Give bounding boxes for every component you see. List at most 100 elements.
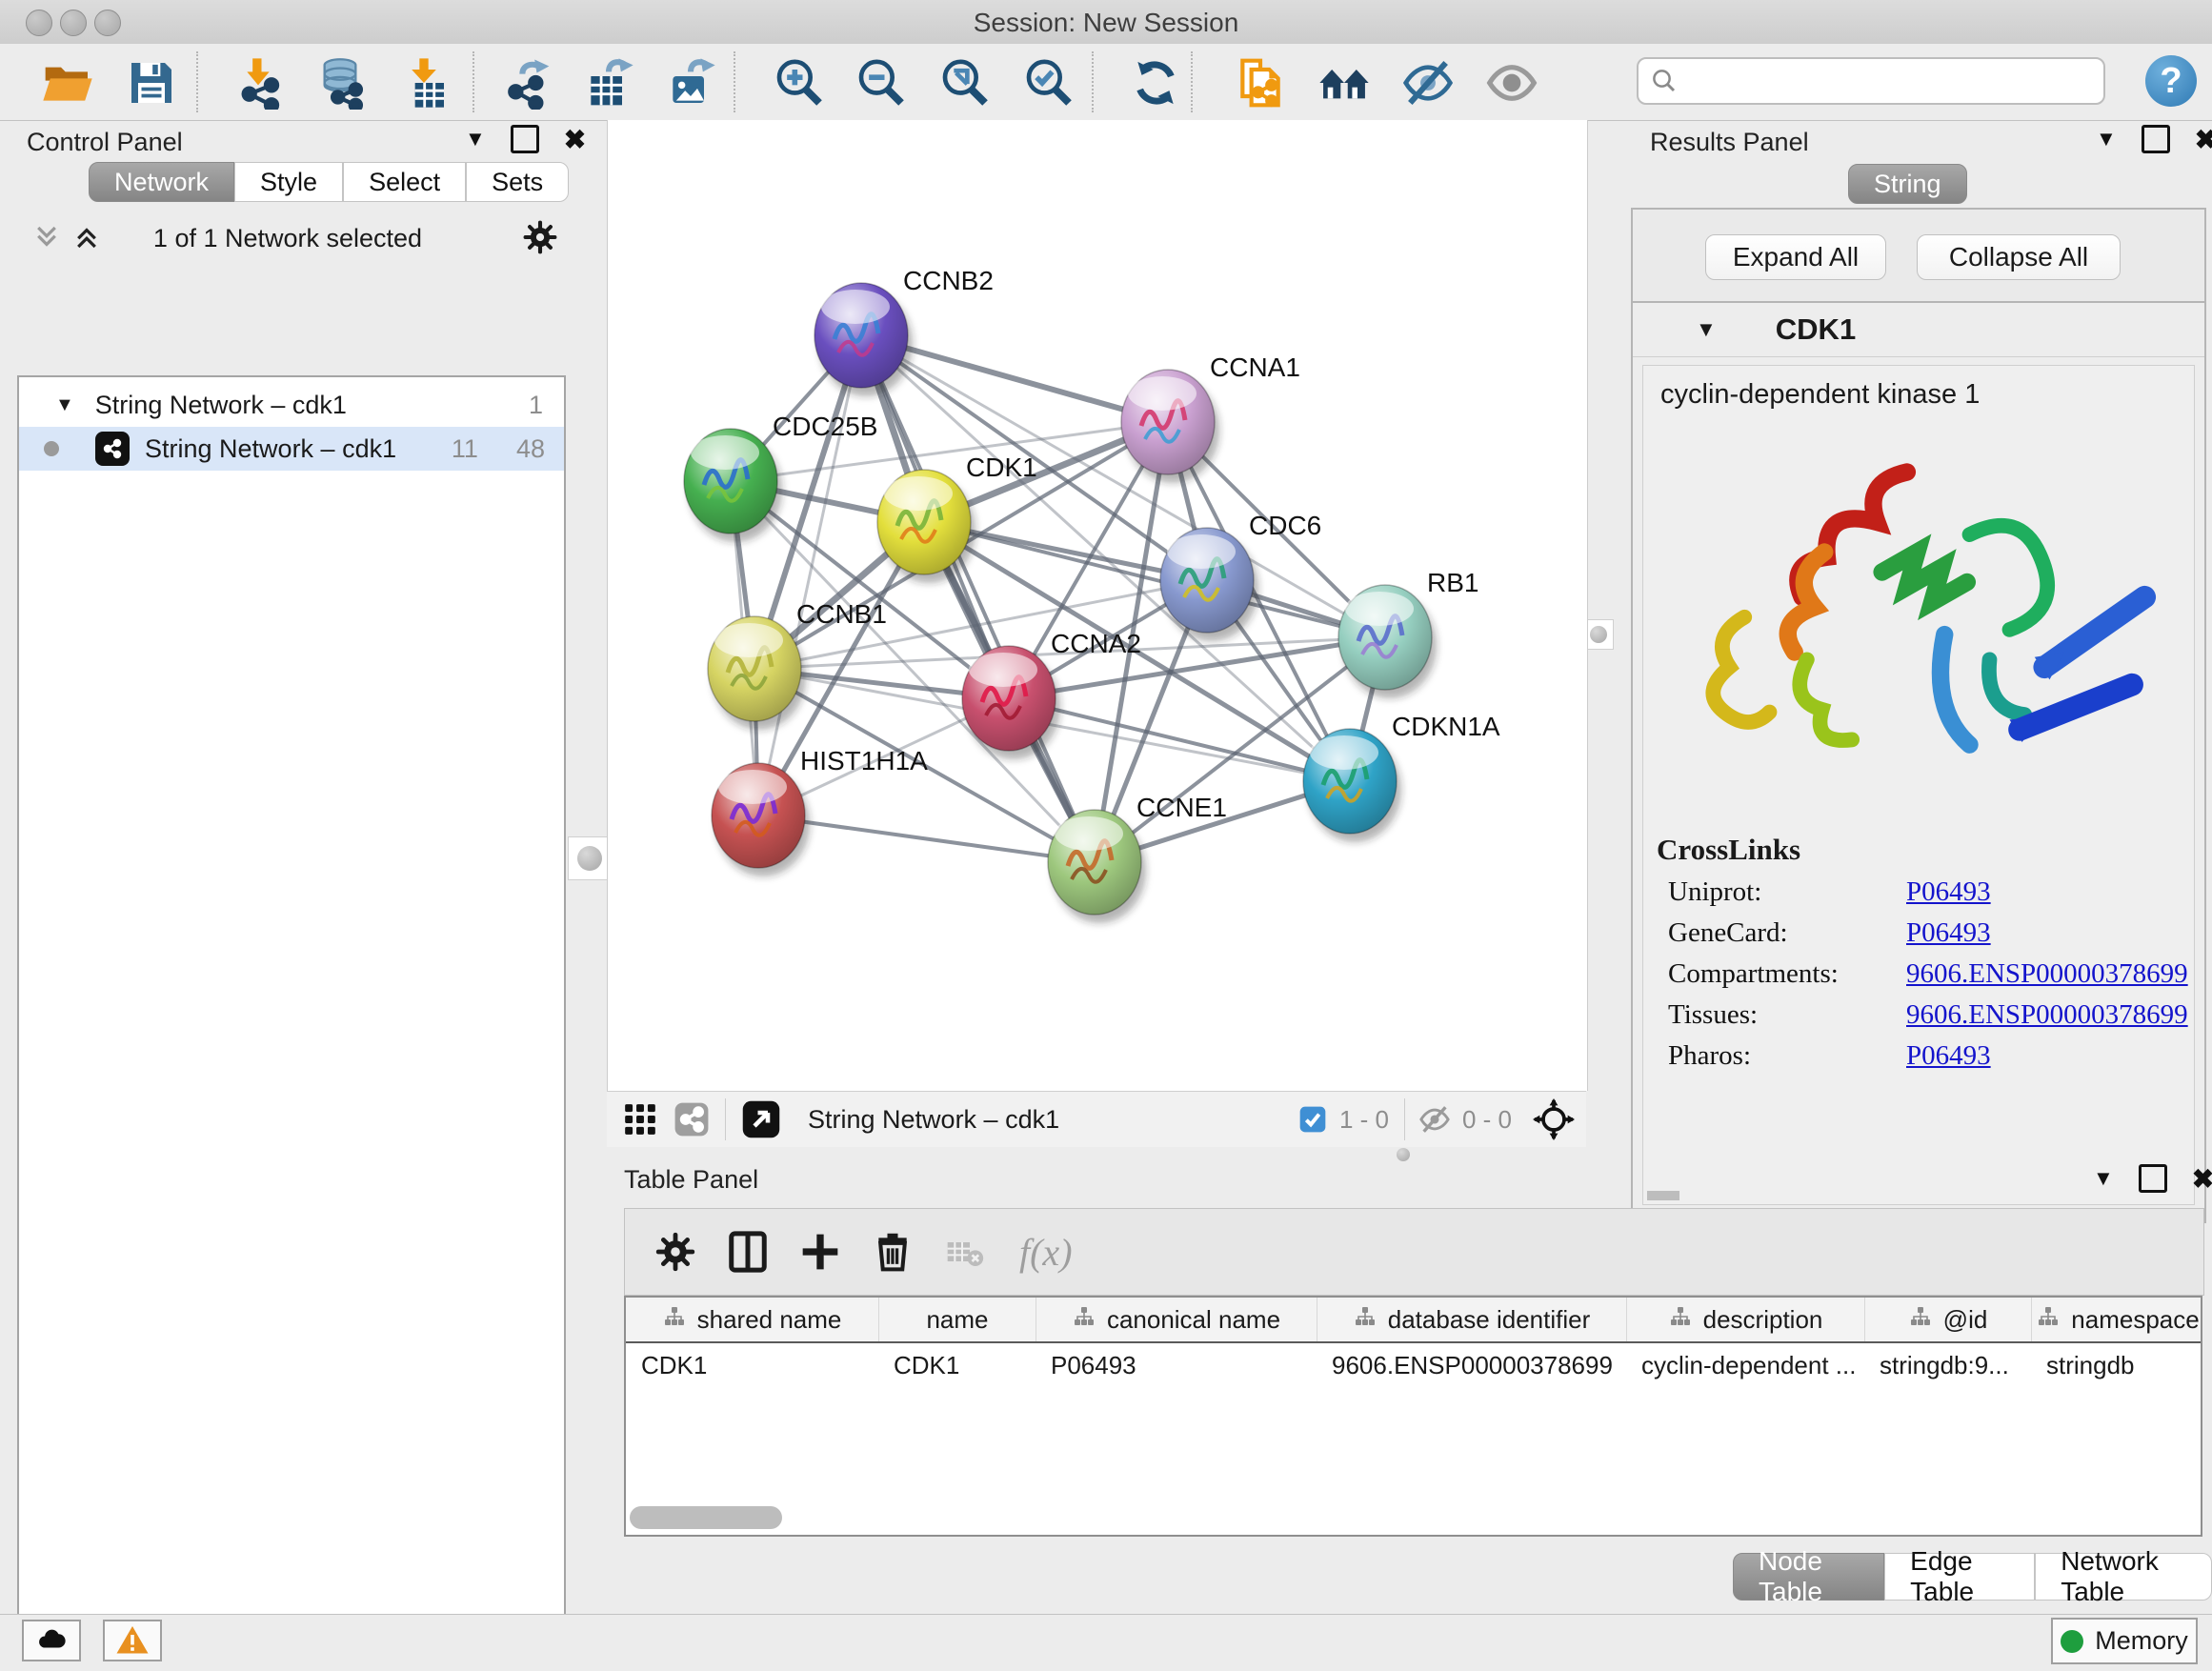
table-cell[interactable]: CDK1 (878, 1343, 1036, 1387)
table-cell[interactable]: P06493 (1036, 1343, 1317, 1387)
delete-column-icon[interactable] (871, 1230, 915, 1274)
network-collection-row[interactable]: ▼ String Network – cdk1 1 (19, 383, 564, 427)
table-cell[interactable]: stringdb:9... (1864, 1343, 2031, 1387)
entry-header[interactable]: ▼ CDK1 (1633, 303, 2204, 357)
zoom-out-icon[interactable] (852, 53, 911, 112)
collapse-triangle-icon[interactable]: ▼ (55, 394, 74, 416)
column-header--id[interactable]: @id (1864, 1298, 2031, 1341)
left-splitter-handle[interactable] (568, 836, 612, 880)
show-selected-icon[interactable] (1482, 53, 1541, 112)
float-panel-icon[interactable]: ▼ (465, 127, 486, 151)
network-node[interactable]: RB1 (1338, 568, 1478, 698)
table-settings-gear-icon[interactable] (654, 1230, 697, 1274)
search-input[interactable] (1637, 57, 2105, 105)
string-document-icon[interactable] (1231, 53, 1290, 112)
add-column-icon[interactable] (798, 1230, 842, 1274)
function-builder-icon: f(x) (1019, 1230, 1073, 1275)
home-pair-icon[interactable] (1315, 53, 1374, 112)
table-cell[interactable]: 9606.ENSP00000378699 (1317, 1343, 1626, 1387)
network-node[interactable]: CDC6 (1160, 511, 1321, 641)
export-network-icon[interactable] (497, 53, 556, 112)
selection-counters: 1 - 0 0 - 0 (1297, 1098, 1586, 1140)
table-hscrollbar-thumb[interactable] (630, 1506, 782, 1529)
toolbar-separator (473, 51, 474, 112)
network-row[interactable]: String Network – cdk1 11 48 (19, 427, 564, 471)
hidden-eye-icon[interactable] (1418, 1103, 1451, 1136)
column-header-name[interactable]: name (878, 1298, 1036, 1341)
zoom-fit-icon[interactable] (935, 53, 995, 112)
open-file-icon[interactable] (38, 53, 97, 112)
float-panel-icon[interactable]: ▼ (2096, 127, 2117, 151)
zoom-in-icon[interactable] (770, 53, 829, 112)
results-panel-title: Results Panel (1650, 128, 1809, 157)
table-row[interactable]: CDK1CDK1P064939606.ENSP00000378699cyclin… (626, 1343, 2201, 1387)
maximize-panel-icon[interactable] (2142, 125, 2170, 153)
close-panel-icon[interactable]: ✖ (2195, 124, 2212, 155)
zoom-selected-icon[interactable] (1019, 53, 1078, 112)
tab-style[interactable]: Style (234, 162, 343, 202)
tab-network-table[interactable]: Network Table (2035, 1553, 2212, 1601)
crosslink-label: Pharos: (1668, 1040, 1906, 1072)
expand-all-button[interactable]: Expand All (1705, 234, 1886, 280)
hide-selected-icon[interactable] (1398, 53, 1458, 112)
crosslink-value-link[interactable]: P06493 (1906, 1040, 1991, 1072)
warnings-button[interactable] (103, 1620, 162, 1661)
table-cell[interactable]: stringdb (2031, 1343, 2202, 1387)
collapse-triangle-icon[interactable]: ▼ (1696, 317, 1717, 342)
tab-string[interactable]: String (1848, 164, 1967, 204)
column-header-canonical-name[interactable]: canonical name (1036, 1298, 1317, 1341)
network-tree: ▼ String Network – cdk1 1 String Network… (17, 375, 566, 1671)
tab-node-table[interactable]: Node Table (1733, 1553, 1884, 1601)
import-database-icon[interactable] (311, 53, 370, 112)
column-header-namespace[interactable]: namespace (2031, 1298, 2202, 1341)
network-options-gear-icon[interactable] (522, 219, 558, 255)
close-panel-icon[interactable]: ✖ (564, 124, 586, 155)
crosslink-value-link[interactable]: P06493 (1906, 917, 1991, 949)
show-columns-icon[interactable] (726, 1230, 770, 1274)
import-network-icon[interactable] (229, 53, 288, 112)
tab-select[interactable]: Select (343, 162, 466, 202)
search-input-field[interactable] (1679, 66, 2082, 97)
network-node[interactable]: CCNB2 (814, 266, 994, 396)
crosslink-value-link[interactable]: 9606.ENSP00000378699 (1906, 958, 2188, 990)
column-header-database-identifier[interactable]: database identifier (1317, 1298, 1626, 1341)
network-node[interactable]: CDKN1A (1303, 712, 1500, 842)
collapse-all-button[interactable]: Collapse All (1917, 234, 2121, 280)
grid-view-icon[interactable] (622, 1101, 658, 1137)
node-label: CDKN1A (1392, 712, 1500, 741)
column-header-description[interactable]: description (1626, 1298, 1864, 1341)
cloud-button[interactable] (22, 1620, 81, 1661)
detach-view-icon[interactable] (741, 1099, 781, 1139)
export-table-icon[interactable] (579, 53, 638, 112)
maximize-panel-icon[interactable] (2139, 1164, 2167, 1193)
network-view-icon[interactable] (674, 1101, 710, 1137)
tab-network[interactable]: Network (89, 162, 234, 202)
import-table-icon[interactable] (394, 53, 453, 112)
protein-structure-image (1653, 422, 2186, 822)
memory-button[interactable]: Memory (2051, 1618, 2198, 1664)
network-node[interactable]: HIST1H1A (712, 746, 928, 876)
table-cell[interactable]: CDK1 (626, 1343, 878, 1387)
column-hierarchy-icon (1669, 1305, 1692, 1335)
network-canvas[interactable]: CCNB2CCNA1CDC25BCDK1CDC6RB1CCNB1CCNA2CDK… (607, 120, 1588, 1091)
selected-checkbox-icon[interactable] (1297, 1104, 1328, 1135)
tab-sets[interactable]: Sets (466, 162, 569, 202)
crosslink-value-link[interactable]: 9606.ENSP00000378699 (1906, 999, 2188, 1031)
column-header-shared-name[interactable]: shared name (626, 1298, 878, 1341)
tab-edge-table[interactable]: Edge Table (1884, 1553, 2035, 1601)
network-edge[interactable] (861, 335, 1095, 862)
network-collection-label: String Network – cdk1 (95, 391, 347, 420)
table-cell[interactable]: cyclin-dependent ... (1626, 1343, 1864, 1387)
network-node[interactable]: CCNE1 (1048, 793, 1227, 923)
crosslink-value-link[interactable]: P06493 (1906, 876, 1991, 908)
close-panel-icon[interactable]: ✖ (2192, 1163, 2212, 1195)
refresh-icon[interactable] (1126, 53, 1185, 112)
export-image-icon[interactable] (661, 53, 720, 112)
float-panel-icon[interactable]: ▼ (2093, 1166, 2114, 1191)
network-node[interactable]: CDK1 (877, 453, 1037, 583)
birdseye-crosshair-icon[interactable] (1533, 1098, 1575, 1140)
help-icon[interactable]: ? (2145, 55, 2197, 107)
save-session-icon[interactable] (122, 53, 181, 112)
network-edge[interactable] (758, 335, 861, 815)
maximize-panel-icon[interactable] (511, 125, 539, 153)
